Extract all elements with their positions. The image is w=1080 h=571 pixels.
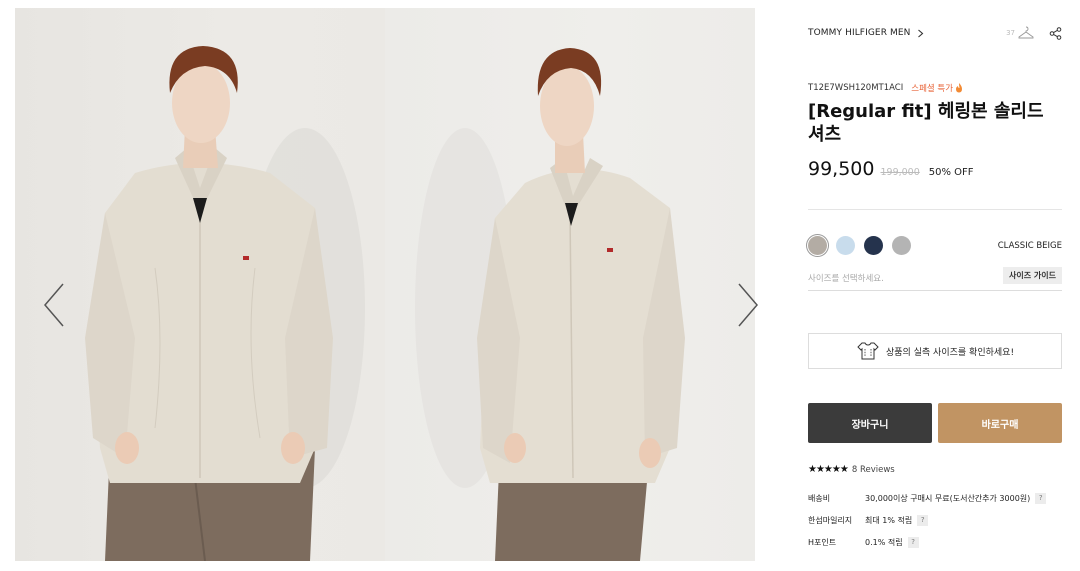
- actual-size-check-label: 상품의 실측 사이즈를 확인하세요!: [885, 347, 1015, 358]
- mileage-row: 한섬마일리지 최대 1% 적립 ?: [808, 513, 1062, 527]
- hanger-icon: [1018, 26, 1034, 39]
- hpoint-value: 0.1% 적립: [865, 537, 903, 547]
- discount-rate: 50% OFF: [928, 167, 974, 178]
- reviews-link[interactable]: ★★★★★ 8 Reviews: [808, 464, 895, 475]
- flame-icon: [956, 83, 963, 93]
- color-swatch-navy[interactable]: [864, 236, 883, 255]
- selected-color-name: CLASSIC BEIGE: [997, 241, 1062, 251]
- hpoint-row: H포인트 0.1% 적립 ?: [808, 535, 1062, 549]
- color-swatch-light-blue[interactable]: [836, 236, 855, 255]
- product-image-angle[interactable]: [385, 8, 755, 561]
- color-swatch-grey[interactable]: [892, 236, 911, 255]
- rating-stars-icon: ★★★★★: [808, 464, 849, 475]
- shipping-value: 30,000이상 구매시 무료(도서산간추가 3000원): [865, 493, 1031, 503]
- brand-row: TOMMY HILFIGER MEN 37: [808, 25, 1062, 41]
- color-swatches: [808, 236, 911, 255]
- like-button[interactable]: 37: [1006, 26, 1034, 39]
- chevron-right-icon: [917, 29, 923, 37]
- size-placeholder: 사이즈를 선택하세요.: [808, 274, 884, 284]
- product-code: T12E7WSH120MT1ACI: [808, 83, 904, 93]
- sale-price: 99,500: [808, 158, 875, 180]
- product-image-gallery: [15, 8, 758, 561]
- shipping-label: 배송비: [808, 493, 831, 503]
- actual-size-check-button[interactable]: 상품의 실측 사이즈를 확인하세요!: [808, 333, 1062, 369]
- prev-image-arrow-icon[interactable]: [41, 280, 71, 330]
- price-row: 99,500 199,000 50% OFF: [808, 158, 974, 180]
- color-swatch-beige[interactable]: [808, 236, 827, 255]
- special-price-label: 스페셜 특가: [911, 84, 954, 94]
- like-count: 37: [1006, 28, 1015, 37]
- size-guide-button[interactable]: 사이즈 가이드: [1003, 267, 1062, 284]
- product-title: [Regular fit] 헤링본 솔리드 셔츠: [808, 101, 1044, 145]
- shipping-row: 배송비 30,000이상 구매시 무료(도서산간추가 3000원) ?: [808, 491, 1062, 505]
- tshirt-ruler-icon: [857, 342, 879, 360]
- brand-name: TOMMY HILFIGER MEN: [808, 28, 911, 38]
- original-price: 199,000: [880, 167, 920, 178]
- buy-now-button[interactable]: 바로구매: [938, 403, 1062, 443]
- product-info-panel: TOMMY HILFIGER MEN 37 T12E7WSH120MT1ACI …: [808, 0, 1062, 571]
- product-code-row: T12E7WSH120MT1ACI 스페셜 특가: [808, 82, 963, 94]
- help-icon[interactable]: ?: [917, 514, 929, 526]
- help-icon[interactable]: ?: [907, 536, 919, 548]
- special-price-badge: 스페셜 특가: [911, 82, 963, 94]
- help-icon[interactable]: ?: [1035, 492, 1047, 504]
- mileage-value: 최대 1% 적립: [865, 515, 913, 525]
- size-select[interactable]: 사이즈를 선택하세요. 사이즈 가이드: [808, 266, 1062, 291]
- brand-link[interactable]: TOMMY HILFIGER MEN: [808, 28, 924, 38]
- hpoint-label: H포인트: [808, 537, 837, 547]
- add-to-cart-button[interactable]: 장바구니: [808, 403, 932, 443]
- share-icon[interactable]: [1049, 27, 1062, 40]
- review-count: 8 Reviews: [851, 464, 895, 475]
- mileage-label: 한섬마일리지: [808, 515, 853, 525]
- next-image-arrow-icon[interactable]: [731, 280, 761, 330]
- divider: [808, 209, 1062, 210]
